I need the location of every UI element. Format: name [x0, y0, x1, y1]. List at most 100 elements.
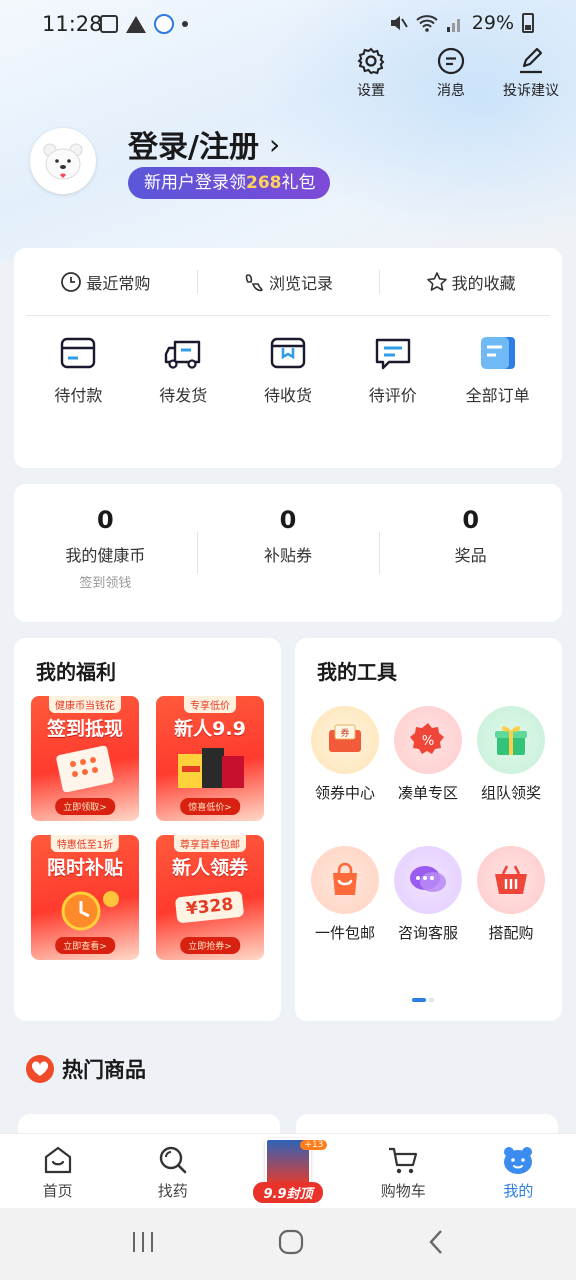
tab-mine[interactable]: 我的 [461, 1134, 576, 1208]
promo-label: 9.9封顶 [253, 1182, 323, 1203]
wifi-icon [416, 15, 438, 32]
hot-products-header: 热门商品 [26, 1054, 146, 1084]
coupon-icon: 券 [311, 706, 379, 774]
calendar-art-icon [56, 745, 114, 792]
settings-label: 设置 [357, 83, 385, 99]
tab-promo-99[interactable]: +13 9.9封顶 [230, 1134, 345, 1208]
favorites-link[interactable]: 我的收藏 [379, 262, 562, 302]
subsidy-coupons-label: 补贴券 [264, 546, 313, 565]
tool-team-reward[interactable]: 组队领奖 [468, 706, 554, 803]
order-pending-review[interactable]: 待评价 [340, 334, 445, 406]
tools-title: 我的工具 [317, 660, 397, 684]
pending-payment-label: 待付款 [54, 386, 103, 405]
system-navigation [0, 1208, 576, 1280]
gear-icon [357, 47, 385, 75]
tile-tag: 健康币当钱花 [49, 696, 121, 713]
tab-home[interactable]: 首页 [0, 1134, 115, 1208]
alarm-clock-art-icon [61, 891, 119, 931]
avatar[interactable] [30, 128, 96, 194]
system-status: 29% [388, 12, 534, 34]
clock-icon [61, 272, 82, 292]
pending-shipment-label: 待发货 [159, 386, 208, 405]
tile-tag: 特惠低至1折 [50, 835, 120, 852]
pager-dot [429, 998, 434, 1002]
tools-pager [412, 998, 434, 1002]
login-text: 登录/注册 [128, 130, 259, 165]
prizes[interactable]: 0 奖品 [379, 484, 562, 622]
messages-label: 消息 [437, 83, 465, 99]
tab-label: 购物车 [380, 1182, 426, 1200]
status-time: 11:28 [42, 12, 103, 36]
battery-icon [522, 13, 534, 33]
tool-bundle-zone[interactable]: % 凑单专区 [385, 706, 471, 803]
tile-button: 惊喜低价> [180, 798, 240, 815]
card-icon [61, 337, 96, 369]
assets-card: 0 我的健康币 签到领钱 0 补贴券 0 奖品 [14, 484, 562, 622]
gift-icon [477, 706, 545, 774]
tab-find-medicine[interactable]: 找药 [115, 1134, 230, 1208]
welfare-tile-newuser-99[interactable]: 专享低价 新人9.9 惊喜低价> [156, 696, 264, 821]
order-status-row: 待付款 待发货 待收货 待评价 全部订单 [26, 334, 550, 406]
order-all[interactable]: 全部订单 [445, 334, 550, 406]
tool-label: 搭配购 [488, 924, 534, 942]
tile-title: 新人9.9 [174, 718, 246, 740]
welfare-tile-checkin[interactable]: 健康币当钱花 签到抵现 立即领取> [31, 696, 139, 821]
order-pending-shipment[interactable]: 待发货 [131, 334, 236, 406]
home-circle-icon [278, 1229, 304, 1255]
home-button[interactable] [277, 1228, 305, 1260]
welfare-tile-newuser-coupon[interactable]: 尊享首单包邮 新人领券 ¥328 立即抢券> [156, 835, 264, 960]
favorites-label: 我的收藏 [451, 274, 516, 293]
tab-cart[interactable]: 购物车 [346, 1134, 461, 1208]
tool-combo-buy[interactable]: 搭配购 [468, 846, 554, 943]
basket-icon [477, 846, 545, 914]
search-icon [159, 1146, 187, 1174]
tool-label: 组队领奖 [480, 784, 541, 802]
browse-history-link[interactable]: 浏览记录 [196, 262, 380, 302]
status-bar: 11:28 29% [0, 0, 576, 48]
tools-card: 我的工具 券 领券中心 % 凑单专区 组队领奖 一件包邮 咨询客服 搭配购 [295, 638, 562, 1021]
tile-tag: 尊享首单包邮 [174, 835, 246, 852]
tool-free-shipping[interactable]: 一件包邮 [302, 846, 388, 943]
svg-text:券: 券 [340, 727, 349, 739]
pending-receipt-label: 待收货 [263, 386, 312, 405]
star-icon [426, 272, 447, 291]
health-coins[interactable]: 0 我的健康币 签到领钱 [14, 484, 197, 622]
products-art-icon [178, 748, 244, 788]
new-user-promo-banner[interactable]: 新用户登录领268礼包 [128, 167, 330, 199]
chevron-right-icon: › [268, 127, 281, 161]
order-pending-receipt[interactable]: 待收货 [236, 334, 341, 406]
welfare-title: 我的福利 [36, 660, 116, 684]
tool-customer-service[interactable]: 咨询客服 [385, 846, 471, 943]
tab-label: 首页 [42, 1182, 73, 1200]
pager-dot-active [412, 998, 426, 1002]
welfare-tile-limited-subsidy[interactable]: 特惠低至1折 限时补贴 立即查看> [31, 835, 139, 960]
login-register-link[interactable]: 登录/注册 › [128, 122, 280, 166]
messages-button[interactable]: 消息 [420, 46, 482, 100]
app-notification-icon [154, 14, 174, 34]
hot-products-title: 热门商品 [62, 1058, 146, 1082]
tool-label: 领券中心 [314, 784, 375, 802]
settings-button[interactable]: 设置 [340, 46, 402, 100]
tab-label: 我的 [503, 1182, 534, 1200]
feedback-button[interactable]: 投诉建议 [500, 46, 562, 100]
tool-label: 一件包邮 [314, 924, 375, 942]
order-pending-payment[interactable]: 待付款 [26, 334, 131, 406]
tool-label: 凑单专区 [397, 784, 458, 802]
back-button[interactable] [426, 1228, 446, 1260]
warning-icon [126, 15, 146, 33]
pending-review-label: 待评价 [368, 386, 417, 405]
browse-history-label: 浏览记录 [269, 274, 334, 293]
welfare-card: 我的福利 健康币当钱花 签到抵现 立即领取> 专享低价 新人9.9 惊喜低价> … [14, 638, 281, 1021]
subsidy-coupons[interactable]: 0 补贴券 [196, 484, 380, 622]
svg-text:%: % [422, 734, 434, 749]
home-icon [44, 1146, 71, 1174]
tool-coupon-center[interactable]: 券 领券中心 [302, 706, 388, 803]
prizes-label: 奖品 [454, 546, 487, 565]
cart-icon [389, 1147, 418, 1174]
tile-button: 立即领取> [55, 798, 115, 815]
recent-purchases-link[interactable]: 最近常购 [14, 262, 197, 302]
orders-card: 最近常购 浏览记录 我的收藏 待付款 待发货 待收货 待评价 全部订单 [14, 248, 562, 468]
promo-prefix: 新用户登录领 [144, 173, 246, 193]
recent-apps-button[interactable] [130, 1230, 156, 1258]
battery-percent: 29% [471, 12, 514, 34]
